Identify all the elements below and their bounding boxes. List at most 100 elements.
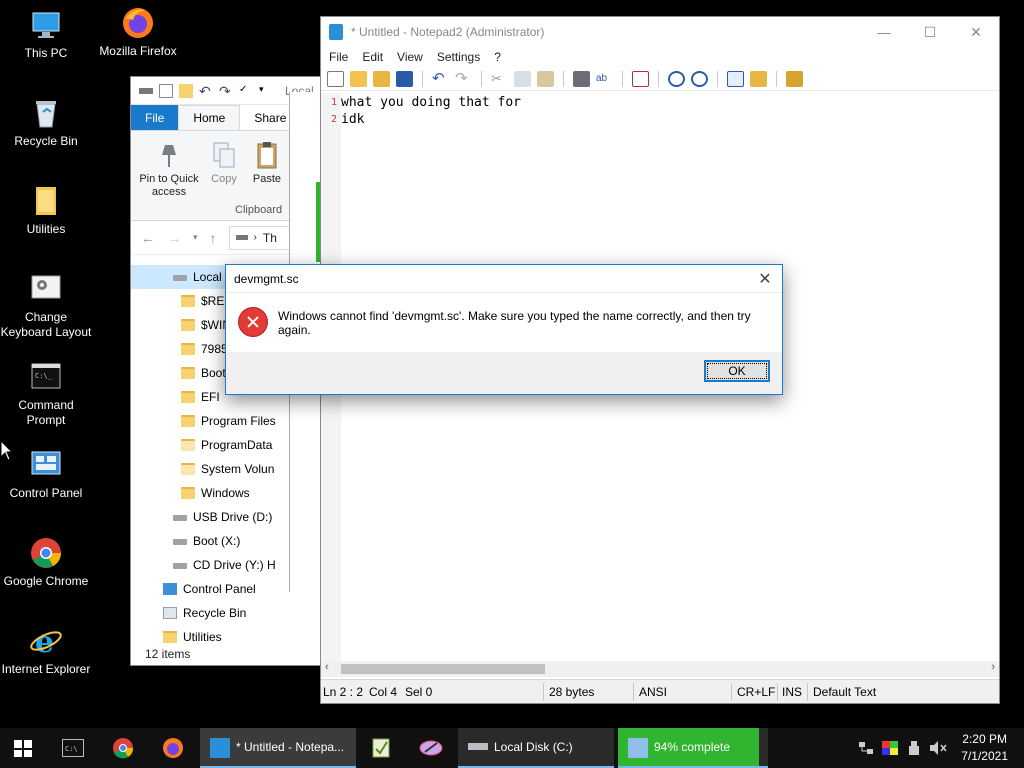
tray-usb[interactable] <box>902 728 926 768</box>
horizontal-scrollbar[interactable]: ‹ › <box>321 661 999 677</box>
error-dialog[interactable]: devmgmt.sc ✕ Windows cannot find 'devmgm… <box>225 264 783 395</box>
ok-button[interactable]: OK <box>704 360 770 382</box>
drive-icon <box>173 563 187 569</box>
volume-muted-icon <box>930 741 947 755</box>
back-icon[interactable]: ← <box>141 230 155 246</box>
tab-file[interactable]: File <box>131 105 179 130</box>
taskbar-task-notepad[interactable]: * Untitled - Notepa... <box>200 728 356 768</box>
desktop-icon-control-panel[interactable]: Control Panel <box>0 448 92 501</box>
toolbar-separator <box>422 70 423 87</box>
tray-network[interactable] <box>854 728 878 768</box>
folder-icon <box>181 439 195 451</box>
desktop-icon-chrome[interactable]: Google Chrome <box>0 536 92 589</box>
copy-button[interactable]: Copy <box>207 141 241 186</box>
pin-to-quick-access-button[interactable]: Pin to Quick access <box>137 141 201 199</box>
folder-icon <box>181 487 195 499</box>
status-divider <box>777 683 778 701</box>
undo-icon[interactable]: ↶ <box>199 84 213 98</box>
desktop-icon-command-prompt[interactable]: C:\_ Command Prompt <box>0 360 92 428</box>
customize-scheme-icon[interactable] <box>750 70 767 87</box>
zoom-in-icon[interactable] <box>668 70 685 87</box>
paste-button[interactable]: Paste <box>249 141 285 186</box>
desktop-icon-recycle-bin[interactable]: Recycle Bin <box>0 96 92 149</box>
taskbar-notepad-alt[interactable] <box>358 728 404 768</box>
tray-volume[interactable] <box>926 728 950 768</box>
scroll-right-icon[interactable]: › <box>991 661 995 673</box>
word-wrap-icon[interactable] <box>632 70 649 87</box>
desktop-icon-label: Control Panel <box>9 486 83 500</box>
dropdown-icon[interactable]: ▾ <box>259 84 273 98</box>
command-prompt-icon: C:\_ <box>29 360 63 394</box>
system-clock[interactable]: 2:20 PM 7/1/2021 <box>961 731 1008 765</box>
line-number: 2 <box>330 114 337 125</box>
desktop-icon-firefox[interactable]: Mozilla Firefox <box>92 6 184 59</box>
new-folder-icon[interactable] <box>179 83 193 98</box>
new-icon[interactable] <box>327 70 344 87</box>
status-encoding[interactable]: ANSI <box>639 685 667 699</box>
status-insert-mode: INS <box>782 685 803 699</box>
computer-icon <box>29 8 63 42</box>
recent-dropdown-icon[interactable]: ▾ <box>193 232 198 243</box>
taskbar-firefox[interactable] <box>150 728 196 768</box>
taskbar-task-copy-progress[interactable]: 94% complete <box>618 728 768 768</box>
scrollbar-thumb[interactable] <box>341 664 545 674</box>
desktop-icon-label: Change Keyboard Layout <box>0 310 92 339</box>
paste-icon[interactable] <box>537 70 554 87</box>
desktop-icon-label: Recycle Bin <box>14 134 78 148</box>
copy-icon[interactable] <box>514 70 531 87</box>
taskbar-task-explorer[interactable]: Local Disk (C:) <box>458 728 614 768</box>
menu-settings[interactable]: Settings <box>437 50 480 64</box>
exit-icon[interactable] <box>786 70 803 87</box>
forward-icon[interactable]: → <box>167 230 181 246</box>
scroll-left-icon[interactable]: ‹ <box>325 661 329 673</box>
scheme-icon[interactable] <box>727 70 744 87</box>
redo-icon[interactable]: ↷ <box>219 84 233 98</box>
undo-icon[interactable]: ↶ <box>432 70 449 87</box>
menu-file[interactable]: File <box>329 50 348 64</box>
taskbar-snipping-tool[interactable] <box>408 728 454 768</box>
status-scheme[interactable]: Default Text <box>813 685 876 699</box>
menu-edit[interactable]: Edit <box>362 50 383 64</box>
redo-icon[interactable]: ↷ <box>455 70 472 87</box>
desktop-icon-label: This PC <box>24 46 68 60</box>
svg-text:C:\: C:\ <box>65 745 78 753</box>
line-text: idk <box>341 112 365 127</box>
taskbar-command-prompt[interactable]: C:\ <box>50 728 96 768</box>
save-icon[interactable] <box>396 70 413 87</box>
browse-icon[interactable] <box>373 70 390 87</box>
tray-color[interactable] <box>878 728 902 768</box>
pin-icon <box>156 141 182 169</box>
replace-icon[interactable]: ab <box>596 71 613 87</box>
dialog-body: Windows cannot find 'devmgmt.sc'. Make s… <box>226 293 782 353</box>
status-line-ending[interactable]: CR+LF <box>737 685 775 699</box>
desktop-icon-keyboard-layout[interactable]: Change Keyboard Layout <box>0 272 92 340</box>
tab-home[interactable]: Home <box>178 105 241 130</box>
dialog-close-button[interactable]: ✕ <box>754 269 776 289</box>
find-icon[interactable] <box>573 70 590 87</box>
desktop-icon-utilities[interactable]: Utilities <box>0 184 92 237</box>
up-icon[interactable]: ↑ <box>210 230 217 246</box>
maximize-button[interactable]: ☐ <box>907 17 953 47</box>
color-display-icon <box>882 741 898 755</box>
menu-view[interactable]: View <box>397 50 423 64</box>
status-divider <box>543 683 544 701</box>
desktop-icon-this-pc[interactable]: This PC <box>0 8 92 61</box>
taskbar-chrome[interactable] <box>100 728 146 768</box>
firefox-icon <box>121 6 155 40</box>
zoom-out-icon[interactable] <box>691 70 708 87</box>
minimize-button[interactable]: — <box>861 17 907 47</box>
toolbar-separator <box>481 70 482 87</box>
close-button[interactable]: ✕ <box>953 17 999 47</box>
desktop-icon-internet-explorer[interactable]: e Internet Explorer <box>0 624 92 677</box>
taskbar: C:\ * Untitled - Notepa... Local Disk (C… <box>0 728 1024 768</box>
notepad2-app-icon <box>210 738 230 758</box>
start-button[interactable] <box>0 728 48 768</box>
check-icon[interactable]: ✓ <box>239 84 253 98</box>
open-icon[interactable] <box>350 70 367 87</box>
firefox-icon <box>163 738 183 758</box>
cut-icon[interactable]: ✂ <box>491 71 508 87</box>
copy-label: Copy <box>211 173 237 185</box>
properties-icon[interactable] <box>159 83 173 98</box>
drive-icon <box>173 539 187 545</box>
menu-help[interactable]: ? <box>494 50 501 64</box>
